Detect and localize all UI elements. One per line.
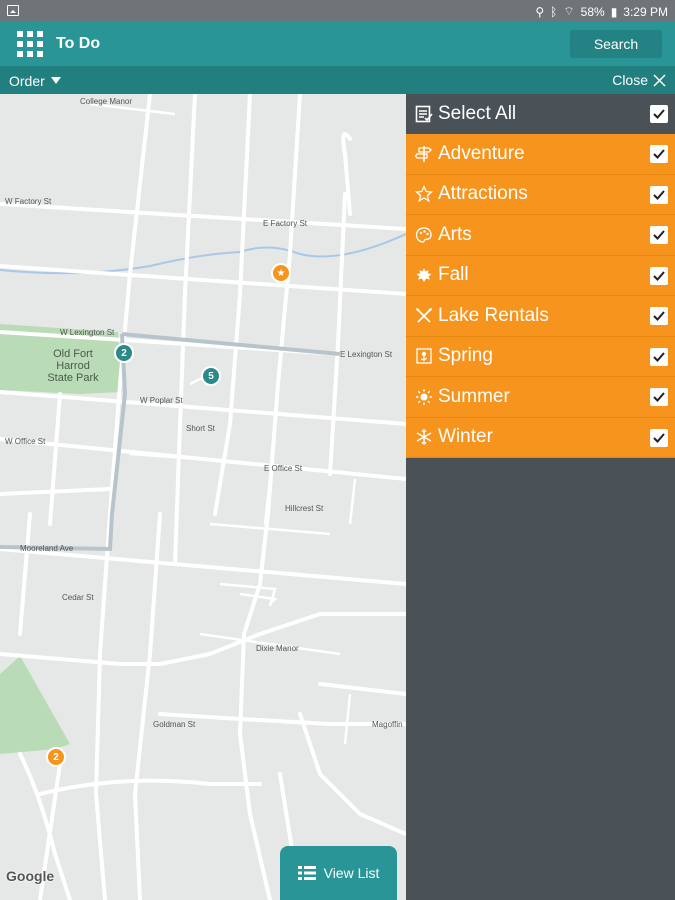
leaf-icon xyxy=(406,266,436,284)
category-row-arts[interactable]: Arts xyxy=(406,215,675,256)
category-checkbox[interactable] xyxy=(650,428,668,447)
page-title: To Do xyxy=(56,35,101,52)
street-label: Mooreland Ave xyxy=(20,544,74,553)
street-label: W Poplar St xyxy=(140,396,183,405)
select-all-checkbox[interactable] xyxy=(650,105,668,123)
street-label: E Office St xyxy=(264,464,303,473)
category-label: Lake Rentals xyxy=(438,304,549,326)
map-pin-attraction[interactable]: ★ xyxy=(271,263,291,283)
clock: 3:29 PM xyxy=(623,4,668,19)
category-row-adventure[interactable]: Adventure xyxy=(406,134,675,175)
street-label: E Factory St xyxy=(263,219,308,228)
category-label: Spring xyxy=(438,345,493,367)
view-list-label: View List xyxy=(323,865,380,881)
menu-grid-icon[interactable] xyxy=(17,31,43,57)
bluetooth-icon: ᛒ xyxy=(550,4,558,19)
map-view[interactable]: College Manor W Factory St E Factory St … xyxy=(0,94,406,900)
street-label: W Office St xyxy=(5,437,46,446)
google-logo: Google xyxy=(6,868,55,884)
street-label: Cedar St xyxy=(62,593,94,602)
signpost-icon xyxy=(406,145,436,163)
sub-bar: Order Close xyxy=(0,66,675,94)
street-label: Goldman St xyxy=(153,720,196,729)
category-checkbox[interactable] xyxy=(650,388,668,406)
order-label: Order xyxy=(9,73,45,89)
category-row-attractions[interactable]: Attractions xyxy=(406,174,675,215)
category-checkbox[interactable] xyxy=(650,185,668,204)
category-row-fall[interactable]: Fall xyxy=(406,255,675,296)
category-checkbox[interactable] xyxy=(650,307,668,325)
street-label: Short St xyxy=(186,424,215,433)
street-label: W Lexington St xyxy=(60,328,115,337)
battery-level: 58% xyxy=(580,4,605,19)
category-checkbox[interactable] xyxy=(650,226,668,244)
category-label: Fall xyxy=(438,264,469,286)
app-bar: To Do Search xyxy=(0,22,675,66)
category-label: Attractions xyxy=(438,183,528,205)
order-dropdown[interactable]: Order xyxy=(9,73,61,89)
category-checkbox[interactable] xyxy=(650,145,668,163)
sun-icon xyxy=(406,388,436,406)
map-pin-cluster[interactable]: 2 xyxy=(114,343,134,363)
snowflake-icon xyxy=(406,428,436,446)
view-list-button[interactable]: View List xyxy=(280,846,397,900)
oars-icon xyxy=(406,307,436,325)
close-label: Close xyxy=(612,72,648,88)
category-row-lake-rentals[interactable]: Lake Rentals xyxy=(406,296,675,337)
search-button[interactable]: Search xyxy=(570,30,662,58)
category-row-winter[interactable]: Winter xyxy=(406,417,675,458)
battery-icon: ▮ xyxy=(610,4,618,19)
select-all-label: Select All xyxy=(438,103,517,124)
street-label: College Manor xyxy=(80,97,133,106)
close-button[interactable]: Close xyxy=(612,72,666,88)
caret-down-icon xyxy=(50,76,61,84)
map-streets xyxy=(0,94,406,900)
star-icon xyxy=(406,185,436,203)
map-pin-cluster[interactable]: 5 xyxy=(201,366,221,386)
street-label: Dixie Manor xyxy=(256,644,299,653)
palette-icon xyxy=(406,226,436,244)
status-right: ⚲ ᛒ ⌔ 58% ▮ 3:29 PM xyxy=(535,4,668,19)
flower-icon xyxy=(406,347,436,365)
category-label: Arts xyxy=(438,223,472,245)
park-label: Old Fort Harrod State Park xyxy=(47,348,99,384)
category-label: Adventure xyxy=(438,142,525,164)
location-icon: ⚲ xyxy=(535,4,545,19)
category-row-summer[interactable]: Summer xyxy=(406,377,675,418)
category-row-spring[interactable]: Spring xyxy=(406,336,675,377)
street-label: Hillcrest St xyxy=(285,504,324,513)
checklist-icon xyxy=(406,105,436,123)
wifi-icon: ⌔ xyxy=(563,4,575,18)
list-icon xyxy=(297,866,316,880)
map-pin-cluster[interactable]: 2 xyxy=(46,747,66,767)
street-label: W Factory St xyxy=(5,197,52,206)
select-all-row[interactable]: Select All xyxy=(406,94,675,134)
filter-panel: Select All Adventure Attractions Arts Fa… xyxy=(406,94,675,900)
street-label: E Lexington St xyxy=(340,350,393,359)
street-label: Magoffin xyxy=(372,720,403,729)
category-label: Winter xyxy=(438,426,493,448)
category-label: Summer xyxy=(438,385,510,407)
category-checkbox[interactable] xyxy=(650,266,668,285)
category-checkbox[interactable] xyxy=(650,347,668,366)
image-icon xyxy=(7,5,19,16)
status-bar: ⚲ ᛒ ⌔ 58% ▮ 3:29 PM xyxy=(0,0,675,22)
close-icon xyxy=(653,73,666,87)
